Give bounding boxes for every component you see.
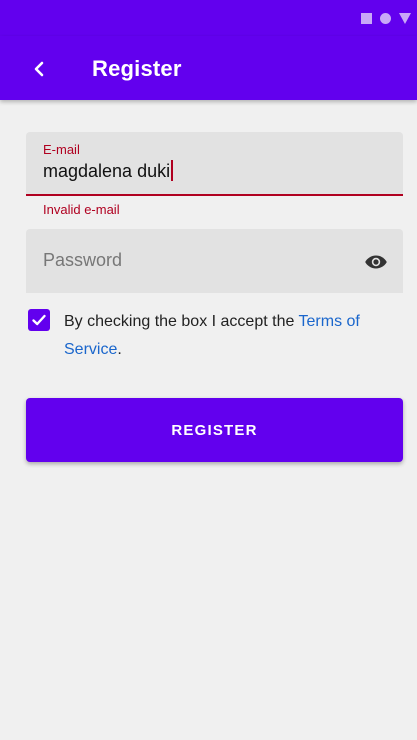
terms-text-before: By checking the box I accept the [64, 313, 299, 330]
email-field[interactable]: E-mail magdalena duki [26, 132, 403, 196]
dot-icon [380, 12, 391, 24]
email-error-text: Invalid e-mail [43, 202, 120, 217]
page-title: Register [92, 56, 182, 81]
check-icon [32, 314, 46, 326]
status-icons [361, 12, 411, 24]
back-button[interactable] [24, 54, 54, 84]
terms-text: By checking the box I accept the Terms o… [64, 308, 394, 364]
terms-checkbox[interactable] [28, 309, 50, 331]
password-visibility-toggle[interactable] [363, 249, 389, 275]
terms-text-after: . [117, 341, 122, 358]
email-label: E-mail [43, 142, 80, 157]
text-caret [171, 160, 174, 181]
password-field[interactable]: Password [26, 229, 403, 293]
register-button[interactable]: REGISTER [26, 398, 403, 462]
password-placeholder: Password [43, 250, 123, 270]
email-input[interactable]: magdalena duki [43, 160, 174, 182]
app-bar: Register [0, 36, 417, 100]
status-bar [0, 0, 417, 36]
email-value-text: magdalena duki [43, 161, 171, 181]
square-icon [361, 12, 372, 24]
register-screen: Register E-mail magdalena duki Invalid e… [0, 0, 417, 740]
triangle-icon [399, 12, 411, 24]
chevron-left-icon [34, 61, 44, 77]
eye-icon [365, 255, 387, 269]
